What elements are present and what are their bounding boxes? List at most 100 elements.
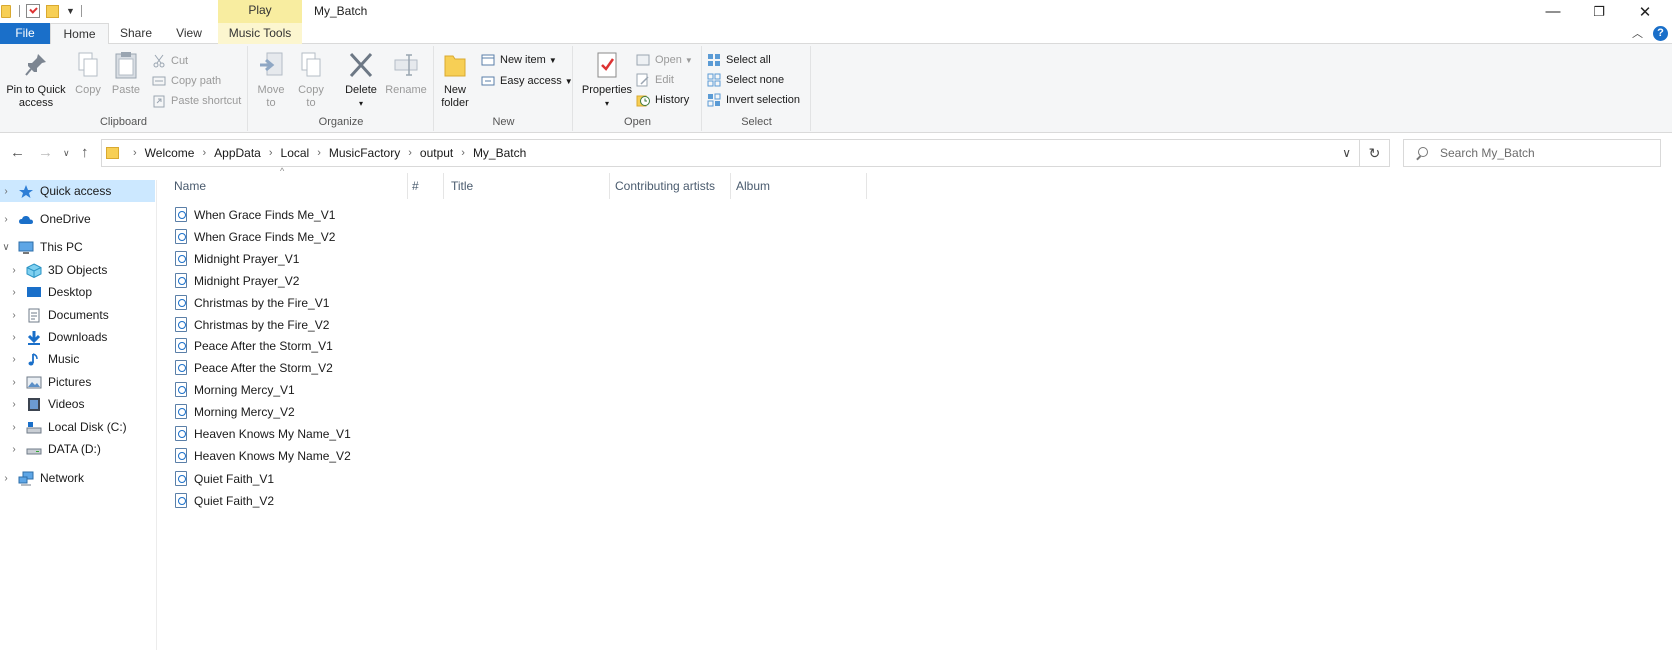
tab-music-tools[interactable]: Music Tools <box>218 23 302 44</box>
collapse-ribbon-icon[interactable]: ︿ <box>1632 25 1643 41</box>
new-item-button[interactable]: New item ▼ <box>481 51 557 69</box>
expand-chevron-icon[interactable]: › <box>8 377 20 388</box>
breadcrumb-output[interactable]: output <box>420 146 453 160</box>
breadcrumb-local[interactable]: Local <box>281 146 310 160</box>
new-folder-button[interactable]: New folder <box>437 50 473 110</box>
file-row[interactable]: Quiet Faith_V1 <box>175 468 274 489</box>
column-header-album[interactable]: Album <box>736 173 770 199</box>
nav-item-local-disk-c[interactable]: › Local Disk (C:) <box>0 416 155 438</box>
customize-toolbar-icon[interactable]: ▼ <box>66 6 75 16</box>
nav-item-network[interactable]: › Network <box>0 467 155 489</box>
file-row[interactable]: Midnight Prayer_V1 <box>175 248 299 269</box>
back-arrow-icon[interactable]: ← <box>10 144 25 161</box>
expand-chevron-icon[interactable]: › <box>8 399 20 410</box>
delete-button[interactable]: Delete ▾ <box>341 50 381 110</box>
address-dropdown-icon[interactable]: ∨ <box>1342 146 1351 160</box>
expand-chevron-icon[interactable]: › <box>0 214 12 225</box>
breadcrumb-chevron-icon[interactable]: › <box>133 147 137 159</box>
help-icon[interactable]: ? <box>1653 25 1668 41</box>
file-row[interactable]: Heaven Knows My Name_V2 <box>175 445 351 466</box>
column-header-contributing-artists[interactable]: Contributing artists <box>615 173 715 199</box>
file-row[interactable]: Christmas by the Fire_V2 <box>175 314 329 335</box>
column-divider[interactable] <box>866 173 867 199</box>
breadcrumb-chevron-icon[interactable]: › <box>461 147 465 159</box>
nav-item-music[interactable]: › Music <box>0 348 155 370</box>
expand-chevron-icon[interactable]: › <box>8 354 20 365</box>
expand-chevron-icon[interactable]: › <box>0 186 12 197</box>
minimize-button[interactable]: — <box>1530 0 1576 23</box>
nav-item-downloads[interactable]: › Downloads <box>0 326 155 348</box>
nav-item-onedrive[interactable]: › OneDrive <box>0 208 155 230</box>
file-row[interactable]: Christmas by the Fire_V1 <box>175 292 329 313</box>
properties-icon[interactable] <box>26 4 40 18</box>
close-button[interactable]: ✕ <box>1622 0 1668 23</box>
breadcrumb-chevron-icon[interactable]: › <box>408 147 412 159</box>
column-divider[interactable] <box>443 173 444 199</box>
breadcrumb-welcome[interactable]: Welcome <box>145 146 195 160</box>
breadcrumb-musicfactory[interactable]: MusicFactory <box>329 146 400 160</box>
breadcrumb-chevron-icon[interactable]: › <box>202 147 206 159</box>
column-header-number[interactable]: # <box>412 173 419 199</box>
breadcrumb-appdata[interactable]: AppData <box>214 146 261 160</box>
tab-share[interactable]: Share <box>112 23 160 44</box>
nav-item-3d-objects[interactable]: › 3D Objects <box>0 259 155 281</box>
restore-button[interactable]: ❐ <box>1576 0 1622 23</box>
nav-item-videos[interactable]: › Videos <box>0 393 155 415</box>
invert-selection-button[interactable]: Invert selection <box>707 91 800 109</box>
expand-chevron-icon[interactable]: › <box>8 310 20 321</box>
column-divider[interactable] <box>407 173 408 199</box>
tab-view[interactable]: View <box>168 23 210 44</box>
column-header-title[interactable]: Title <box>451 173 473 199</box>
select-none-button[interactable]: Select none <box>707 71 784 89</box>
tab-file[interactable]: File <box>0 23 50 44</box>
file-row[interactable]: Morning Mercy_V1 <box>175 379 295 400</box>
open-button[interactable]: Open ▼ <box>636 51 693 69</box>
nav-item-desktop[interactable]: › Desktop <box>0 281 155 303</box>
nav-item-data-d[interactable]: › DATA (D:) <box>0 438 155 460</box>
move-to-button[interactable]: Move to <box>253 50 289 110</box>
column-divider[interactable] <box>730 173 731 199</box>
expand-chevron-icon[interactable]: › <box>8 265 20 276</box>
file-row[interactable]: When Grace Finds Me_V1 <box>175 204 335 225</box>
copy-button[interactable]: Copy <box>70 50 106 97</box>
nav-item-documents[interactable]: › Documents <box>0 304 155 326</box>
nav-item-quick-access[interactable]: › Quick access <box>0 180 155 202</box>
copy-to-button[interactable]: Copy to <box>293 50 329 110</box>
column-header-name[interactable]: Name <box>174 173 206 199</box>
expand-chevron-icon[interactable]: › <box>8 422 20 433</box>
file-row[interactable]: Heaven Knows My Name_V1 <box>175 423 351 444</box>
recent-locations-chevron-icon[interactable]: ∨ <box>63 148 70 159</box>
expand-chevron-icon[interactable]: › <box>0 473 12 484</box>
file-row[interactable]: When Grace Finds Me_V2 <box>175 226 335 247</box>
paste-button[interactable]: Paste <box>108 50 144 97</box>
rename-button[interactable]: Rename <box>383 50 429 97</box>
properties-button[interactable]: Properties ▾ <box>578 50 636 110</box>
select-all-button[interactable]: Select all <box>707 51 771 69</box>
edit-button[interactable]: Edit <box>636 71 674 89</box>
expand-chevron-icon[interactable]: › <box>8 444 20 455</box>
column-divider[interactable] <box>609 173 610 199</box>
up-arrow-icon[interactable]: ↑ <box>81 144 89 161</box>
paste-shortcut-button[interactable]: Paste shortcut <box>152 92 241 110</box>
address-bar[interactable]: › Welcome › AppData › Local › MusicFacto… <box>101 139 1360 167</box>
breadcrumb-chevron-icon[interactable]: › <box>269 147 273 159</box>
easy-access-button[interactable]: Easy access ▼ <box>481 72 573 90</box>
file-row[interactable]: Midnight Prayer_V2 <box>175 270 299 291</box>
forward-arrow-icon[interactable]: → <box>38 144 53 161</box>
nav-item-this-pc[interactable]: ∨ This PC <box>0 236 155 258</box>
collapse-chevron-icon[interactable]: ∨ <box>0 242 12 253</box>
file-row[interactable]: Peace After the Storm_V2 <box>175 357 333 378</box>
new-folder-icon[interactable] <box>46 4 59 18</box>
cut-button[interactable]: Cut <box>152 52 188 70</box>
file-row[interactable]: Peace After the Storm_V1 <box>175 335 333 356</box>
history-button[interactable]: History <box>636 91 689 109</box>
expand-chevron-icon[interactable]: › <box>8 287 20 298</box>
file-row[interactable]: Quiet Faith_V2 <box>175 490 274 511</box>
breadcrumb-chevron-icon[interactable]: › <box>317 147 321 159</box>
expand-chevron-icon[interactable]: › <box>8 332 20 343</box>
refresh-button[interactable]: ↻ <box>1360 139 1390 167</box>
tab-home[interactable]: Home <box>50 23 109 45</box>
search-input[interactable]: Search My_Batch <box>1403 139 1661 167</box>
copy-path-button[interactable]: Copy path <box>152 72 221 90</box>
file-row[interactable]: Morning Mercy_V2 <box>175 401 295 422</box>
